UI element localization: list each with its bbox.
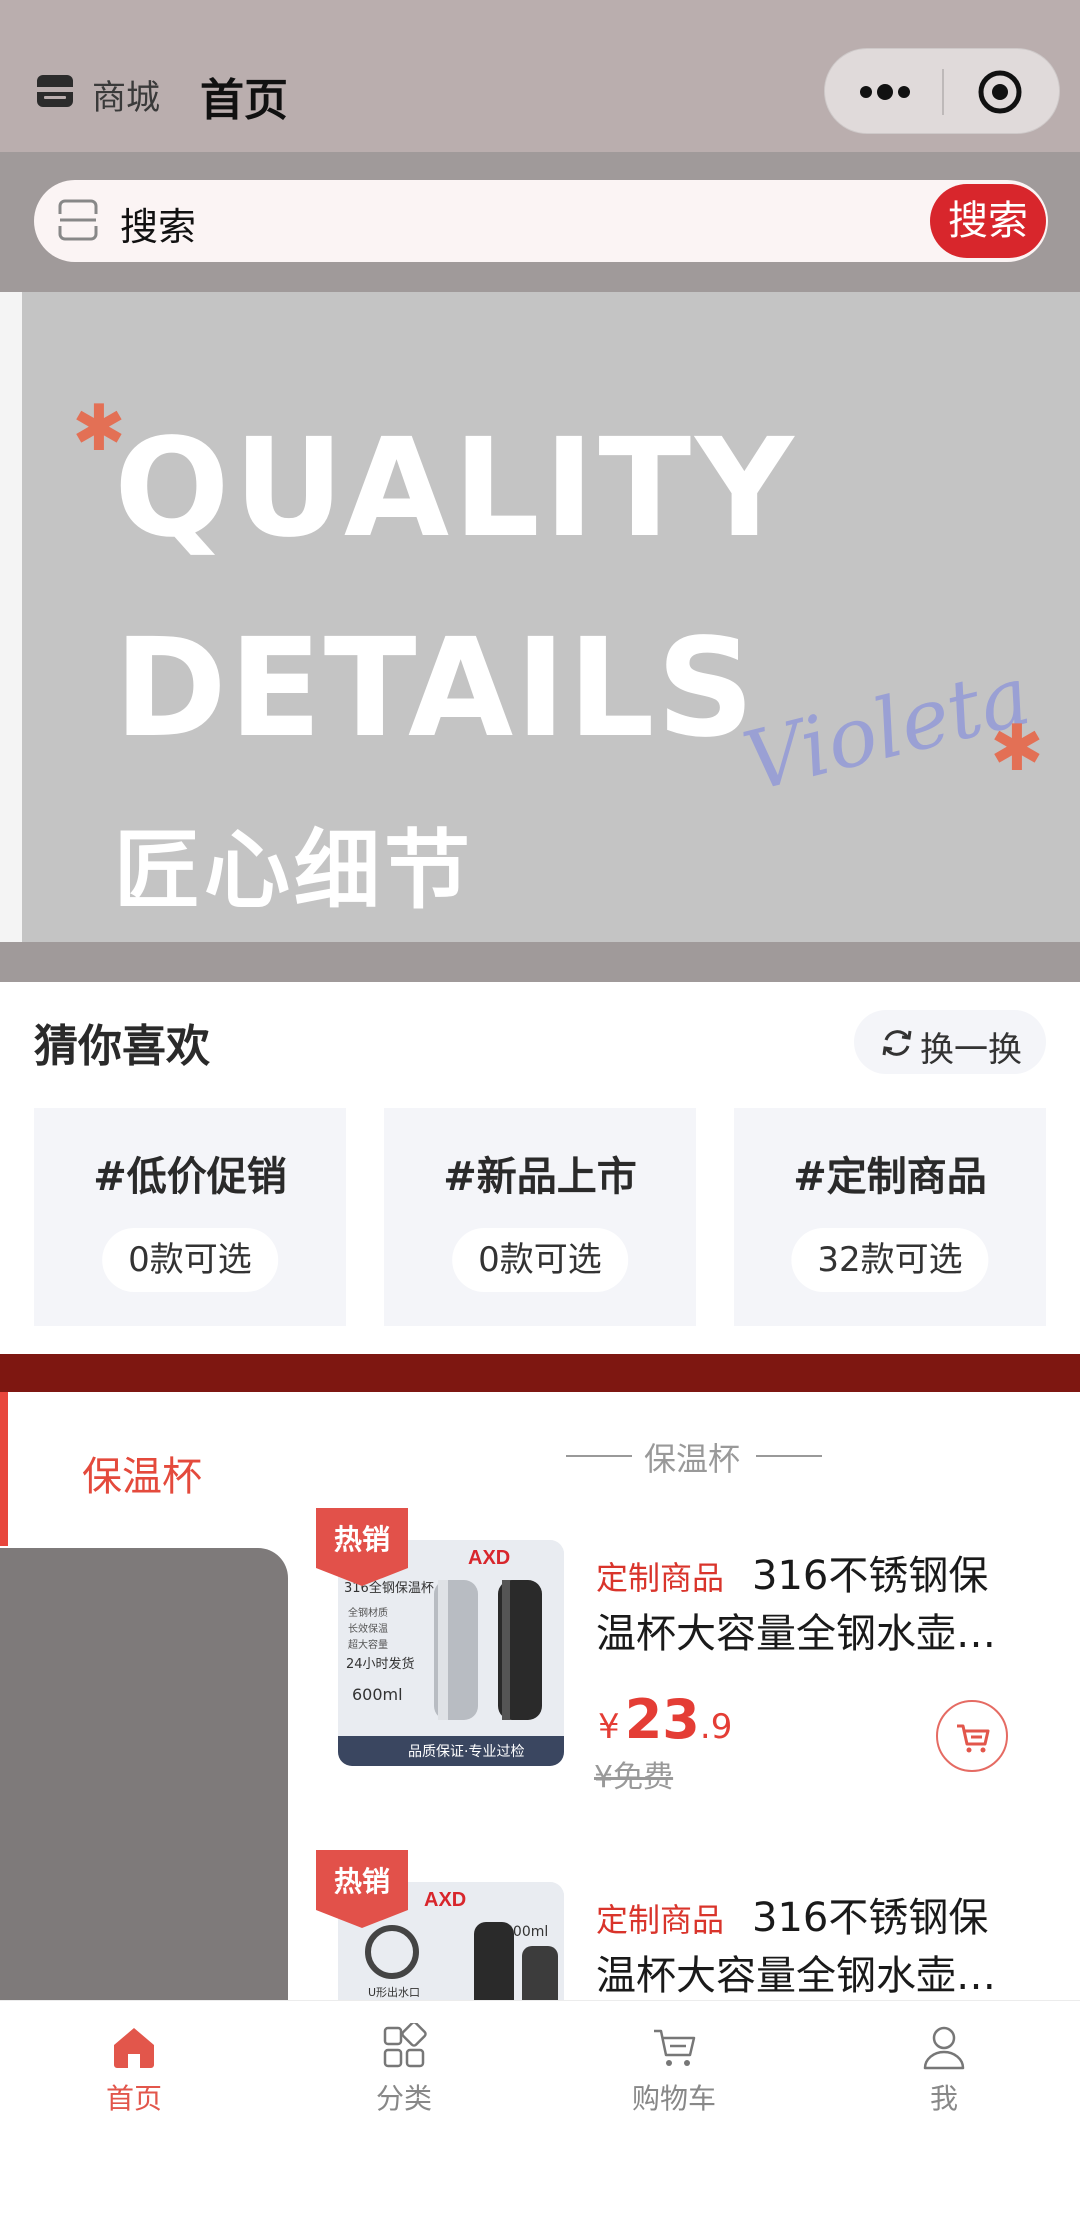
promo-card-count: 0款可选 (102, 1228, 278, 1292)
tab-category-label: 分类 (375, 2082, 432, 2115)
scan-icon[interactable] (56, 198, 100, 242)
promo-card-low-price[interactable]: #低价促销 0款可选 (34, 1108, 346, 1326)
grid-icon (383, 2023, 427, 2068)
tab-me-label: 我 (929, 2082, 958, 2115)
price-integer: 23 (624, 1688, 700, 1751)
mini-program-capsule (824, 48, 1060, 134)
search-button[interactable]: 搜索 (930, 184, 1046, 258)
heading-dash (756, 1455, 822, 1457)
more-icon[interactable] (855, 76, 915, 108)
banner-edge (0, 292, 22, 942)
price-decimal: .9 (699, 1707, 733, 1747)
star-icon: ✱ (990, 712, 1044, 786)
banner-line-2: DETAILS (114, 610, 757, 768)
product-caption: U形出水口 (368, 1985, 420, 1999)
product-title: 定制商品316不锈钢保温杯大容量全钢水壶户外 (596, 1548, 1016, 1662)
promo-card-custom[interactable]: #定制商品 32款可选 (734, 1108, 1046, 1326)
product-brand: AXD (424, 1889, 466, 1911)
product-price: ¥ 23.9 (598, 1688, 732, 1751)
category-sidebar (0, 1548, 288, 2008)
tab-home[interactable]: 首页 (34, 2023, 234, 2133)
product-feature: 超大容量 (348, 1638, 388, 1651)
product-card[interactable]: AXD 316全钢保温杯 全钢材质 长效保温 超大容量 24小时发货 600ml… (316, 1508, 1080, 1808)
product-brand: AXD (468, 1547, 510, 1569)
tab-me[interactable]: 我 (844, 2023, 1044, 2133)
home-icon (114, 2028, 154, 2068)
tab-cart-label: 购物车 (631, 2082, 716, 2115)
product-feature: 长效保温 (348, 1622, 388, 1635)
section-heading-text: 保温杯 (644, 1440, 741, 1478)
refresh-label: 换一换 (920, 1030, 1022, 1070)
refresh-icon (882, 1030, 912, 1056)
tab-home-label: 首页 (105, 2082, 162, 2115)
banner-line-3: 匠心细节 (114, 821, 474, 921)
product-tag: 定制商品 (596, 1901, 725, 1939)
hot-badge: 热销 (316, 1508, 408, 1586)
tab-cart[interactable]: 购物车 (574, 2023, 774, 2133)
user-icon (923, 2026, 965, 2070)
banner-line-1: QUALITY (114, 410, 798, 568)
product-volume: 600ml (352, 1685, 403, 1704)
refresh-button[interactable]: 换一换 (854, 1010, 1046, 1074)
heading-dash (566, 1455, 632, 1457)
product-tag: 定制商品 (596, 1559, 725, 1597)
sidebar-item-thermos[interactable]: 保温杯 (82, 1444, 202, 1502)
page-title: 首页 (200, 75, 288, 126)
shop-label[interactable]: 商城 (92, 70, 160, 119)
product-feature: 全钢材质 (348, 1606, 388, 1619)
bottom-tab-bar: 首页 分类 购物车 我 (0, 2000, 1080, 2238)
promo-card-new-arrivals[interactable]: #新品上市 0款可选 (384, 1108, 696, 1326)
store-icon (37, 75, 73, 107)
hot-badge: 热销 (316, 1850, 408, 1928)
product-shipping: 24小时发货 (346, 1656, 415, 1672)
product-title: 定制商品316不锈钢保温杯大容量全钢水壶户外 (596, 1890, 1016, 2004)
section-divider-stripe (0, 1354, 1080, 1392)
hot-badge-label: 热销 (333, 1865, 390, 1898)
search-placeholder: 搜索 (120, 205, 197, 249)
original-price: ¥免费 (594, 1760, 674, 1795)
product-caption: 品质保证·专业过检 (408, 1744, 524, 1760)
promo-card-title: #低价促销 (93, 1154, 287, 1200)
promo-card-title: #定制商品 (793, 1154, 987, 1200)
close-program-icon[interactable] (977, 69, 1023, 115)
promo-card-count: 0款可选 (452, 1228, 628, 1292)
cart-icon (654, 2029, 696, 2066)
section-heading: 保温杯 (566, 1434, 822, 1478)
guess-title: 猜你喜欢 (34, 1021, 210, 1072)
promo-card-title: #新品上市 (443, 1154, 637, 1200)
tab-category[interactable]: 分类 (304, 2023, 504, 2133)
price-currency: ¥ (598, 1707, 620, 1747)
banner-image[interactable]: ✱ QUALITY DETAILS 匠心细节 Violeta ✱ (22, 292, 1080, 942)
hot-badge-label: 热销 (333, 1523, 390, 1556)
category-active-indicator (0, 1392, 8, 1546)
promo-card-count: 32款可选 (791, 1228, 989, 1292)
cart-icon (957, 1724, 990, 1753)
add-to-cart-button[interactable] (936, 1700, 1008, 1772)
capsule-divider (942, 69, 944, 115)
